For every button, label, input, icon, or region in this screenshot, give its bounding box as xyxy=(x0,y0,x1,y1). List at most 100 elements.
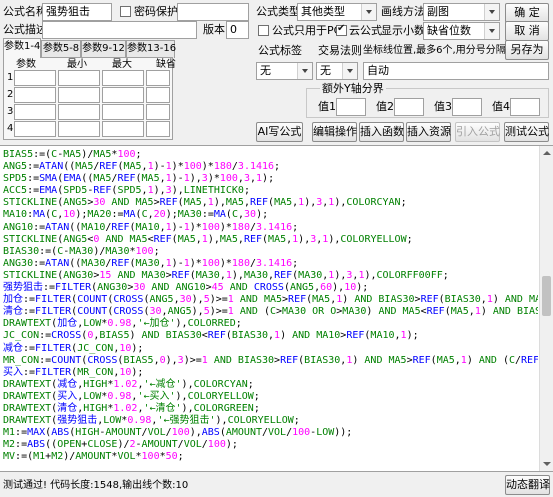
ok-button[interactable]: 确 定 xyxy=(505,3,549,23)
code-editor[interactable]: BIAS5:=(C-MA5)/MA5*100; ANG5:=ATAN((MA5/R… xyxy=(0,145,553,472)
coord-input[interactable]: 自动 xyxy=(363,62,549,80)
cloud-label: 云公式 xyxy=(349,24,382,37)
param-max-cell[interactable] xyxy=(102,87,144,103)
axis-value-3-label: 值3 xyxy=(434,100,452,113)
trade-rule-label: 交易法则 xyxy=(318,44,362,57)
code-line: ANG30:=ATAN((MA30/REF(MA30,1)-1)*100)*18… xyxy=(3,257,299,269)
code-line: 清仓:=FILTER(COUNT(CROSS(30,ANG5),5)>=1 AN… xyxy=(3,306,538,318)
param-min-cell[interactable] xyxy=(58,104,100,120)
cancel-button[interactable]: 取 消 xyxy=(505,21,549,41)
scroll-thumb[interactable] xyxy=(542,276,551,316)
param-name-cell[interactable] xyxy=(14,121,56,137)
axis-value-4-input[interactable] xyxy=(510,98,540,116)
decimals-select[interactable]: 缺省位数 xyxy=(423,22,500,40)
param-default-cell[interactable] xyxy=(146,87,170,103)
pc-only-label: 公式只用于PC xyxy=(272,24,342,37)
param-name-cell[interactable] xyxy=(14,70,56,86)
param-row-index: 2 xyxy=(7,89,14,100)
param-min-cell[interactable] xyxy=(58,121,100,137)
code-line: STICKLINE(ANG5<0 AND MA5<REF(MA5,1),MA5,… xyxy=(3,233,413,245)
code-text[interactable]: BIAS5:=(C-MA5)/MA5*100; ANG5:=ATAN((MA5/R… xyxy=(3,149,538,463)
chevron-down-icon xyxy=(342,63,357,79)
axis-value-2-input[interactable] xyxy=(394,98,424,116)
axis-value-1-label: 值1 xyxy=(318,100,336,113)
status-bar: 测试通过! 代码长度:1548,输出线个数:10 动态翻译 xyxy=(0,474,553,497)
scroll-down-icon[interactable] xyxy=(540,457,553,471)
param-default-cell[interactable] xyxy=(146,121,170,137)
code-line: DRAWTEXT(买入,LOW*0.98,'←买入'),COLORYELLOW; xyxy=(3,390,260,402)
formula-type-value: 其他类型 xyxy=(301,5,345,18)
axis-value-1-input[interactable] xyxy=(336,98,366,116)
param-name-cell[interactable] xyxy=(14,87,56,103)
param-max-cell[interactable] xyxy=(102,70,144,86)
formula-type-select[interactable]: 其他类型 xyxy=(297,3,377,21)
tab-params-1-4[interactable]: 参数1-4 xyxy=(3,38,41,58)
tab-params-9-12[interactable]: 参数9-12 xyxy=(81,40,126,58)
param-default-cell[interactable] xyxy=(146,70,170,86)
param-row-index: 1 xyxy=(7,72,14,83)
code-line: JC_CON:=CROSS(0,BIAS5) AND BIAS30<REF(BI… xyxy=(3,330,419,342)
password-checkbox[interactable] xyxy=(120,6,131,17)
param-name-cell[interactable] xyxy=(14,104,56,120)
code-line: BIAS30:=(C-MA30)/MA30*100; xyxy=(3,245,160,257)
insert-resource-button[interactable]: 插入资源 xyxy=(406,122,451,142)
code-line: 强势狙击:=FILTER(ANG30>30 AND ANG10>45 AND C… xyxy=(3,282,369,294)
axis-value-3-input[interactable] xyxy=(452,98,482,116)
password-input[interactable] xyxy=(177,3,249,21)
param-panel: 参数 最小 最大 缺省 1 2 3 4 xyxy=(3,57,176,140)
code-line: ANG5:=ATAN((MA5/REF(MA5,1)-1)*100)*180/3… xyxy=(3,161,281,173)
code-line: ANG10:=ATAN((MA10/REF(MA10,1)-1)*100)*18… xyxy=(3,221,299,233)
code-line: SPD5:=SMA(EMA((MA5/REF(MA5,1)-1),3)*100,… xyxy=(3,173,275,185)
param-row-index: 3 xyxy=(7,106,14,117)
code-line: STICKLINE(ANG5>30 AND MA5>REF(MA5,1),MA5… xyxy=(3,197,407,209)
formula-tag-label: 公式标签 xyxy=(258,44,302,57)
status-text: 测试通过! 代码长度:1548,输出线个数:10 xyxy=(3,480,189,491)
cloud-checkbox[interactable] xyxy=(336,23,347,36)
decimals-value: 缺省位数 xyxy=(427,24,471,37)
code-line: DRAWTEXT(强势狙击,LOW*0.98,'←强势狙击'),COLORYEL… xyxy=(3,415,300,427)
param-min-cell[interactable] xyxy=(58,87,100,103)
param-default-cell[interactable] xyxy=(146,104,170,120)
dynamic-translate-button[interactable]: 动态翻译 xyxy=(505,475,550,495)
param-max-cell[interactable] xyxy=(102,121,144,137)
tab-params-5-8[interactable]: 参数5-8 xyxy=(41,40,81,58)
chevron-down-icon xyxy=(484,4,499,20)
param-max-cell[interactable] xyxy=(102,104,144,120)
decimals-label: 显示小数 xyxy=(381,24,425,37)
password-label: 密码保护 xyxy=(134,5,178,18)
version-label: 版本 xyxy=(203,23,225,36)
tab-params-13-16[interactable]: 参数13-16 xyxy=(126,40,176,58)
formula-tag-select[interactable]: 无 xyxy=(256,62,313,80)
code-line: 减仓:=FILTER(JC_CON,10); xyxy=(3,342,144,354)
edit-operation-button[interactable]: 编辑操作 xyxy=(312,122,357,142)
formula-desc-input[interactable] xyxy=(42,21,197,39)
draw-method-select[interactable]: 副图 xyxy=(423,3,500,21)
version-input[interactable]: 0 xyxy=(226,21,249,39)
save-as-button[interactable]: 另存为 xyxy=(505,40,549,60)
insert-function-button[interactable]: 插入函数 xyxy=(359,122,404,142)
formula-name-input[interactable]: 强势狙击 xyxy=(42,3,112,21)
axis-value-2-label: 值2 xyxy=(376,100,394,113)
code-line: 加仓:=FILTER(COUNT(CROSS(ANG5,30),5)>=1 AN… xyxy=(3,294,538,306)
trade-rule-select[interactable]: 无 xyxy=(316,62,358,80)
code-line: 买入:=FILTER(MR_CON,10); xyxy=(3,366,144,378)
trade-rule-value: 无 xyxy=(320,64,331,77)
scroll-up-icon[interactable] xyxy=(540,146,553,160)
code-line: MA10:MA(C,10);MA20:=MA(C,20);MA30:=MA(C,… xyxy=(3,209,269,221)
code-line: MV:=(M1+M2)/AMOUNT*VOL*100*50; xyxy=(3,451,184,463)
extra-axis-title: 额外Y轴分界 xyxy=(320,82,386,96)
draw-method-label: 画线方法 xyxy=(381,5,425,18)
ai-formula-button[interactable]: AI写公式 xyxy=(256,122,303,142)
chevron-down-icon xyxy=(484,23,499,39)
code-line: STICKLINE(ANG30>15 AND MA30>REF(MA30,1),… xyxy=(3,269,449,281)
test-formula-button[interactable]: 测试公式 xyxy=(504,122,549,142)
vertical-scrollbar[interactable] xyxy=(539,146,553,471)
pc-only-checkbox[interactable] xyxy=(258,25,269,36)
chevron-down-icon xyxy=(297,63,312,79)
code-line: MR_CON:=COUNT(CROSS(BIAS5,0),3)>=1 AND B… xyxy=(3,354,538,366)
formula-tag-value: 无 xyxy=(260,64,271,77)
chevron-down-icon xyxy=(361,4,376,20)
import-formula-button[interactable]: 引入公式 xyxy=(455,122,500,142)
formula-desc-label: 公式描述 xyxy=(3,23,47,36)
param-min-cell[interactable] xyxy=(58,70,100,86)
